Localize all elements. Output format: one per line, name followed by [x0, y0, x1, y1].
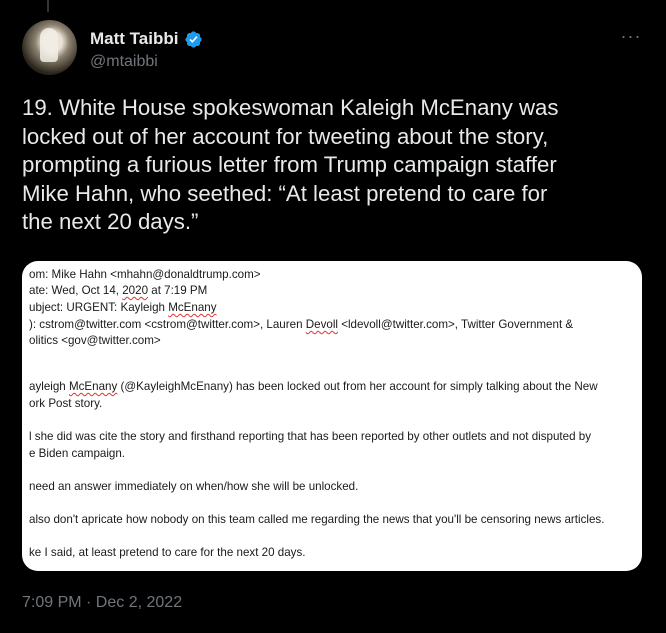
- author-handle[interactable]: @mtaibbi: [90, 53, 158, 71]
- thread-connector-line: [47, 0, 49, 12]
- more-options-icon[interactable]: ···: [618, 26, 644, 46]
- author-name[interactable]: Matt Taibbi: [90, 29, 178, 49]
- email-paragraph-2: l she did was cite the story and firstha…: [29, 430, 592, 443]
- email-date: ate: Wed, Oct 14, 2020 at 7:19 PM: [29, 284, 208, 297]
- verified-badge-icon: [184, 30, 203, 49]
- email-paragraph-2-line-2: e Biden campaign.: [29, 447, 126, 460]
- email-subject: ubject: URGENT: Kayleigh McEnany: [29, 301, 217, 314]
- email-paragraph-1: ayleigh McEnany (@KayleighMcEnany) has b…: [29, 380, 598, 393]
- author-name-row: Matt Taibbi: [90, 29, 203, 49]
- email-paragraph-4: also don't apricate how nobody on this t…: [29, 513, 605, 526]
- tweet-timestamp[interactable]: 7:09 PM · Dec 2, 2022: [22, 594, 182, 612]
- avatar[interactable]: [22, 20, 77, 75]
- email-screenshot: om: Mike Hahn <mhahn@donaldtrump.com> at…: [22, 261, 642, 571]
- email-to-line-2: olitics <gov@twitter.com>: [29, 334, 161, 347]
- email-paragraph-5: ke I said, at least pretend to care for …: [29, 546, 306, 559]
- email-to-line-1: ): cstrom@twitter.com <cstrom@twitter.co…: [29, 318, 574, 331]
- email-from: om: Mike Hahn <mhahn@donaldtrump.com>: [29, 268, 261, 281]
- tweet-text: 19. White House spokeswoman Kaleigh McEn…: [22, 95, 559, 234]
- email-paragraph-1-line-2: ork Post story.: [29, 397, 103, 410]
- email-paragraph-3: need an answer immediately on when/how s…: [29, 480, 359, 493]
- tweet-image[interactable]: om: Mike Hahn <mhahn@donaldtrump.com> at…: [22, 261, 642, 571]
- tweet-header: Matt Taibbi @mtaibbi ···: [22, 20, 644, 80]
